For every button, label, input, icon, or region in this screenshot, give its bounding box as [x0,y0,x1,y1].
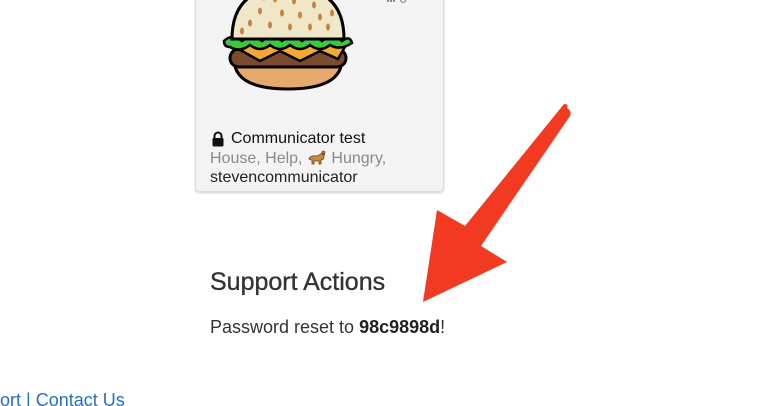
board-title-row[interactable]: Communicator test [210,129,435,149]
footer-separator: | [26,390,31,406]
board-tags: House, Help, Hungry, [210,149,435,168]
password-reset-prefix: Password reset to [210,317,360,337]
page: 0 Communicator test House, Help, Hungry,… [0,0,760,406]
password-reset-suffix: ! [440,317,446,337]
usage-count: 0 [399,0,407,5]
footer-links: pport | Contact Us [0,390,125,406]
support-link[interactable]: pport [0,390,21,406]
board-title[interactable]: Communicator test [231,129,365,149]
password-reset-message: Password reset to 98c9898d! [210,317,445,338]
usage-stat: 0 [387,0,407,5]
hamburger-icon [222,0,354,91]
lock-icon [212,131,224,147]
board-tag-text: House, Help, [210,150,303,167]
dog-icon [308,150,326,165]
board-info: Communicator test House, Help, Hungry, s… [210,129,435,187]
bar-chart-icon [387,0,396,2]
board-card[interactable]: 0 Communicator test House, Help, Hungry,… [195,0,444,192]
reset-password-value: 98c9898d [359,317,441,337]
board-username: stevencommunicator [210,169,358,186]
contact-us-link[interactable]: Contact Us [36,390,125,406]
board-tag-text-2: Hungry, [331,150,387,167]
support-actions-heading: Support Actions [210,268,386,296]
